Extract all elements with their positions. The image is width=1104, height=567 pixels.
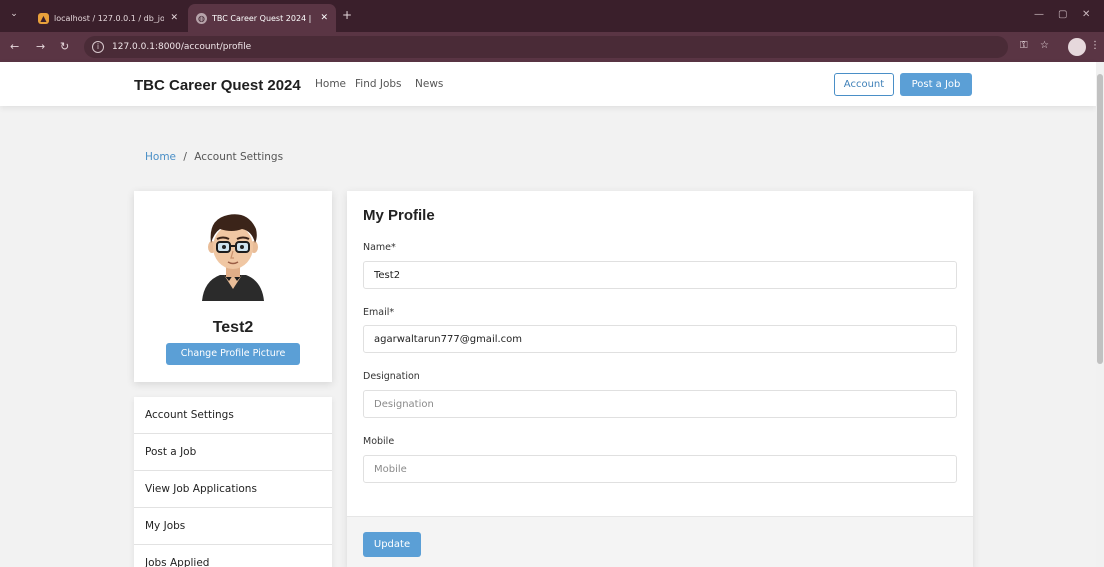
globe-favicon-icon: ◍ — [196, 12, 207, 24]
designation-label: Designation — [363, 371, 420, 382]
form-title: My Profile — [363, 207, 435, 224]
nav-link-news[interactable]: News — [415, 78, 443, 90]
reload-icon[interactable]: ↻ — [60, 40, 69, 53]
restore-icon[interactable]: ▢ — [1058, 9, 1067, 20]
menu-item-post-job[interactable]: Post a Job — [134, 434, 332, 471]
breadcrumb-current: Account Settings — [194, 151, 284, 163]
minimize-icon[interactable]: — — [1034, 9, 1044, 20]
window-close-icon[interactable]: ✕ — [1082, 9, 1090, 20]
new-tab-icon[interactable]: + — [342, 8, 352, 22]
bookmark-star-icon[interactable]: ☆ — [1040, 40, 1049, 51]
tab-title: localhost / 127.0.0.1 / db_job_p — [54, 13, 165, 23]
form-footer: Update — [347, 516, 973, 567]
change-profile-picture-button[interactable]: Change Profile Picture — [166, 343, 300, 365]
name-field[interactable] — [363, 261, 957, 289]
account-side-menu: Account Settings Post a Job View Job App… — [134, 397, 332, 567]
breadcrumb: Home / Account Settings — [145, 151, 283, 163]
browser-tab-phpmyadmin[interactable]: ▲ localhost / 127.0.0.1 / db_job_p ✕ — [30, 4, 186, 32]
password-key-icon[interactable]: ⚿ — [1020, 40, 1028, 51]
avatar — [202, 214, 264, 301]
tab-title: TBC Career Quest 2024 | Find J — [212, 13, 314, 23]
site-info-icon[interactable]: i — [92, 41, 104, 53]
browser-tab-career-quest[interactable]: ◍ TBC Career Quest 2024 | Find J ✕ — [188, 4, 336, 32]
site-brand[interactable]: TBC Career Quest 2024 — [134, 77, 301, 94]
update-button[interactable]: Update — [363, 532, 421, 557]
phpmyadmin-favicon-icon: ▲ — [38, 12, 49, 24]
profile-name: Test2 — [212, 319, 254, 336]
mobile-field[interactable] — [363, 455, 957, 483]
menu-item-my-jobs[interactable]: My Jobs — [134, 508, 332, 545]
account-button[interactable]: Account — [834, 73, 894, 96]
address-bar[interactable]: i 127.0.0.1:8000/account/profile — [84, 36, 1008, 58]
page-scrollbar[interactable] — [1096, 62, 1104, 567]
site-header: TBC Career Quest 2024 Home Find Jobs New… — [0, 62, 1096, 106]
breadcrumb-home-link[interactable]: Home — [145, 151, 176, 163]
tab-search-icon[interactable]: ⌄ — [6, 6, 22, 22]
mobile-label: Mobile — [363, 436, 395, 447]
post-job-button[interactable]: Post a Job — [900, 73, 972, 96]
back-icon[interactable]: ← — [10, 40, 19, 53]
browser-tab-strip: ⌄ ▲ localhost / 127.0.0.1 / db_job_p ✕ ◍… — [0, 0, 1104, 32]
browser-profile-icon[interactable] — [1068, 38, 1086, 56]
nav-link-home[interactable]: Home — [315, 78, 346, 90]
nav-link-find-jobs[interactable]: Find Jobs — [355, 78, 402, 90]
profile-card: Test2 Change Profile Picture — [134, 191, 332, 382]
name-label: Name* — [363, 242, 396, 253]
designation-field[interactable] — [363, 390, 957, 418]
menu-item-jobs-applied[interactable]: Jobs Applied — [134, 545, 332, 567]
profile-form-card: My Profile Name* Email* Designation Mobi… — [347, 191, 973, 567]
email-field[interactable] — [363, 325, 957, 353]
browser-toolbar: ← → ↻ i 127.0.0.1:8000/account/profile ⚿… — [0, 32, 1104, 62]
menu-item-account-settings[interactable]: Account Settings — [134, 397, 332, 434]
email-label: Email* — [363, 307, 395, 318]
menu-item-view-job-applications[interactable]: View Job Applications — [134, 471, 332, 508]
scrollbar-thumb[interactable] — [1097, 74, 1103, 364]
url-text: 127.0.0.1:8000/account/profile — [112, 42, 252, 52]
tab-close-icon[interactable]: ✕ — [320, 13, 328, 23]
breadcrumb-separator: / — [183, 151, 187, 163]
forward-icon[interactable]: → — [36, 40, 45, 53]
browser-menu-icon[interactable]: ⋮ — [1090, 40, 1100, 51]
tab-close-icon[interactable]: ✕ — [170, 13, 178, 23]
